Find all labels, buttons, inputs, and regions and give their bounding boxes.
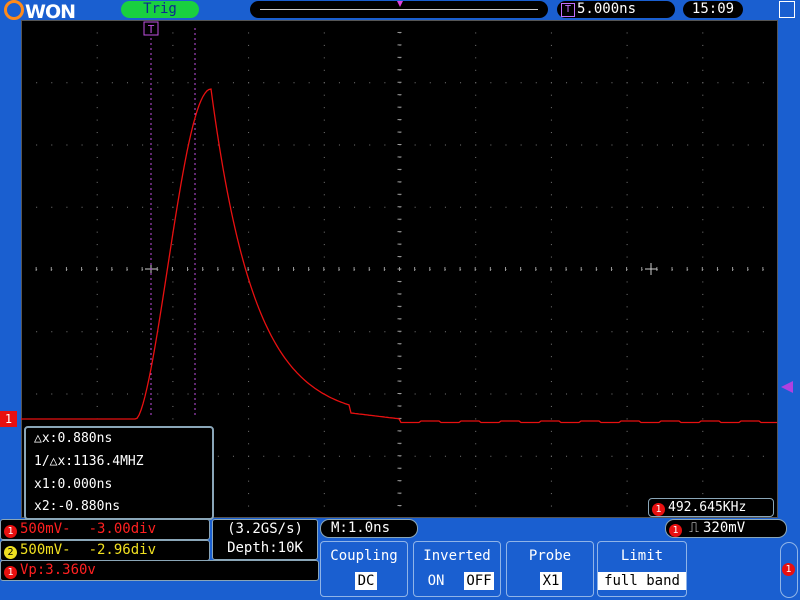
frequency-value: 492.645KHz [668, 500, 747, 515]
cursor-x1: x1:0.000ns [34, 477, 113, 492]
ch1-info[interactable]: 1 500mV- -3.00div [0, 519, 210, 540]
menu-side-scroll[interactable]: 1 [780, 542, 798, 598]
ch1-badge-icon: 1 [652, 503, 665, 516]
limit-value: full band [598, 572, 686, 590]
inverted-on[interactable]: ON [424, 572, 448, 590]
ch2-offset: -2.96div [88, 542, 157, 558]
cursor-t-label: T [148, 23, 155, 36]
limit-title: Limit [620, 548, 664, 564]
menu-inverted[interactable]: Inverted ON OFF [413, 541, 501, 597]
frequency-readout: 1 492.645KHz [648, 498, 774, 517]
ch1-offset: -3.00div [88, 521, 157, 537]
memory-timebase: M:1.0ns [320, 519, 418, 538]
timebase-readout[interactable]: T 5.000ns [557, 1, 675, 18]
timebase-icon: T [561, 3, 575, 17]
measure-ch1-badge-icon: 1 [4, 566, 17, 579]
ch1-ground-marker[interactable]: 1 [0, 411, 17, 427]
trigger-info[interactable]: 1 ⎍ 320mV [665, 519, 787, 538]
cursor-dx: △x:0.880ns [34, 431, 113, 446]
top-status-bar: WON Trig T 5.000ns 15:09 [0, 0, 800, 23]
sample-rate: (3.2GS/s) [227, 521, 303, 537]
menu-limit[interactable]: Limit full band [597, 541, 687, 597]
menu-coupling[interactable]: Coupling DC [320, 541, 408, 597]
probe-title: Probe [528, 548, 572, 564]
record-depth: Depth:10K [227, 540, 303, 556]
ch2-info[interactable]: 2 500mV- -2.96div [0, 540, 210, 561]
trigger-status-pill: Trig [121, 1, 199, 18]
memory-value: M:1.0ns [331, 520, 391, 536]
menu-probe[interactable]: Probe X1 [506, 541, 594, 597]
sampling-info: (3.2GS/s) Depth:10K [212, 519, 318, 560]
cursor-t-marker-icon[interactable]: T [143, 21, 159, 36]
battery-icon [779, 1, 795, 18]
ch2-badge-icon: 2 [4, 546, 17, 559]
probe-value: X1 [540, 572, 562, 590]
horizontal-position-bar[interactable] [250, 1, 548, 18]
trigger-position-marker-icon [397, 1, 403, 7]
inverted-title: Inverted [423, 548, 491, 564]
trigger-level: 320mV [703, 520, 746, 536]
clock: 15:09 [683, 1, 743, 18]
cursor-x2: x2:-0.880ns [34, 499, 121, 514]
measurement-readout: 1 Vp:3.360v [0, 560, 319, 581]
coupling-title: Coupling [330, 548, 398, 564]
cursor-inv-dx: 1/△x:1136.4MHZ [34, 454, 144, 469]
ch1-badge-icon: 1 [4, 525, 17, 538]
coupling-value: DC [355, 572, 377, 590]
ch1-trace [21, 88, 777, 424]
ch2-scale: 500mV- [20, 542, 71, 558]
trigger-level-marker-icon[interactable] [781, 381, 793, 393]
inverted-off[interactable]: OFF [464, 572, 494, 590]
rising-edge-icon: ⎍ [689, 520, 699, 536]
timebase-value: 5.000ns [577, 1, 637, 17]
ch1-scale: 500mV- [20, 521, 71, 537]
timeline-line [260, 9, 538, 10]
cursor-readout-panel: △x:0.880ns 1/△x:1136.4MHZ x1:0.000ns x2:… [24, 426, 214, 520]
trigger-ch1-badge-icon: 1 [669, 524, 682, 537]
side-ch1-badge-icon: 1 [782, 563, 795, 576]
measure-value: Vp:3.360v [20, 562, 96, 578]
